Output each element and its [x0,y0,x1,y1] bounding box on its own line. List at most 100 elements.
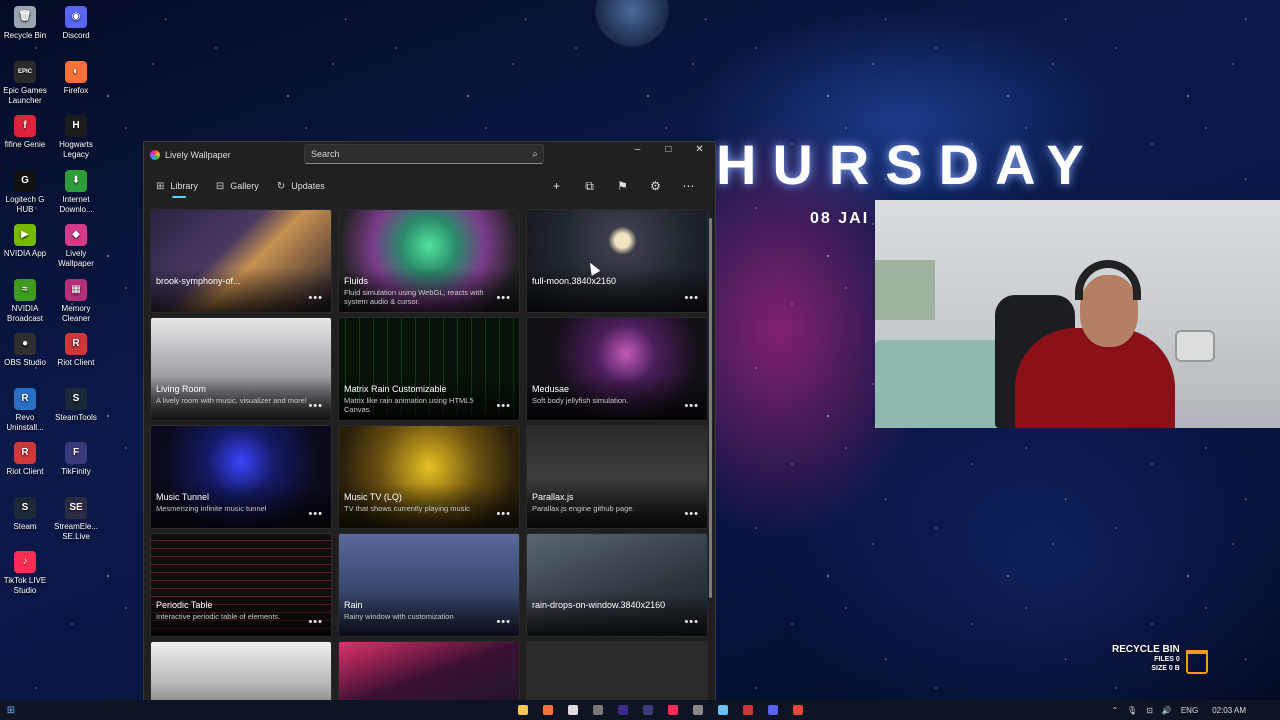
riot-icon[interactable] [735,700,760,720]
more-icon[interactable]: ⋯ [672,179,705,193]
more-options-icon[interactable]: ••• [684,508,699,520]
desktop-icon[interactable]: ◆ Lively Wallpaper [51,224,101,269]
file-explorer-icon[interactable] [510,700,535,720]
desktop-icon[interactable]: F TikFinity [51,442,101,477]
more-options-icon[interactable]: ••• [308,292,323,304]
tab-updates[interactable]: ↻ Updates [277,168,325,204]
desktop-icon[interactable]: SE StreamEle... SE.Live [51,496,101,542]
wallpaper-caption: Fluids Fluid simulation using WebGL, reac… [339,268,519,312]
wallpaper-card[interactable]: Parallax.js Parallax.js engine github pag… [526,425,708,529]
toolbar: + ⧉ ⚑ ⚙ ⋯ [540,168,705,204]
wallpaper-card[interactable]: rain-drops-on-window.3840x2160 ••• [526,533,708,637]
premiere-icon[interactable] [610,700,635,720]
wallpaper-title: full-moon.3840x2160 [532,276,617,286]
desktop-icon[interactable]: R Riot Client [51,333,101,368]
desktop-icon[interactable]: ≈ NVIDIA Broadcast [0,278,50,324]
tab-gallery[interactable]: ⊟ Gallery [216,168,259,204]
language-indicator[interactable]: ENG [1181,706,1198,715]
desktop-icon[interactable]: ◐ Firefox [51,60,101,96]
wallpaper-caption: full-moon.3840x2160 [527,268,707,312]
tiktok-icon[interactable] [660,700,685,720]
wallpaper-caption: Medusae Soft body jellyfish simulation. [527,376,707,420]
more-options-icon[interactable]: ••• [496,292,511,304]
desktop-icon[interactable]: ◉ Discord [51,6,101,41]
desktop-icon[interactable]: R Riot Client [0,442,50,477]
wallpaper-description: Mesmerizing infinite music tunnel [156,504,267,513]
more-options-icon[interactable]: ••• [308,508,323,520]
settings-icon[interactable]: ⚙ [639,179,672,193]
desktop-icon[interactable]: ♪ TikTok LIVE Studio [0,551,50,596]
screen-icon[interactable]: ⧉ [573,179,606,194]
tikfinity-icon[interactable] [635,700,660,720]
epic-games-icon: EPIC [14,60,36,83]
desktop-icon-label: Memory Cleaner [61,303,91,323]
volume-icon[interactable]: 🔊 [1162,706,1172,715]
windows-start-icon[interactable]: ⊞ [0,705,22,716]
microphone-icon[interactable]: 🎙 [1127,706,1137,715]
more-options-icon[interactable]: ••• [496,508,511,520]
search-box[interactable]: ⌕ [304,144,544,164]
wallpaper-card[interactable]: Matrix Rain Customizable Matrix like rain… [338,317,520,421]
tab-library[interactable]: ⊞ Library [156,168,198,204]
steam-icon[interactable] [710,700,735,720]
maximize-button[interactable]: □ [653,142,684,160]
trash-can-icon[interactable] [1186,650,1208,674]
wallpaper-caption: Music TV (LQ) TV that shows currently pla… [339,484,519,528]
wallpaper-title: Music TV (LQ) [344,492,402,502]
flag-icon[interactable]: ⚑ [606,179,639,193]
more-options-icon[interactable]: ••• [684,292,699,304]
search-icon[interactable]: ⌕ [527,149,543,160]
desktop-icon[interactable]: H Hogwarts Legacy [51,115,101,160]
more-options-icon[interactable]: ••• [308,400,323,412]
capcut-icon[interactable] [560,700,585,720]
app-glyph [542,705,553,715]
desktop-icon[interactable]: ● OBS Studio [0,333,50,368]
wallpaper-card[interactable]: brook-symphony-of... ••• [150,209,332,313]
wallpaper-card[interactable]: Music Tunnel Mesmerizing infinite music t… [150,425,332,529]
desktop-icon[interactable]: ⬇ Internet Downlo... [51,169,101,215]
chevron-up-icon[interactable]: ⌃ [1111,706,1118,715]
wallpaper-card[interactable]: Rain Rainy window with customization ••• [338,533,520,637]
vertical-scrollbar[interactable] [709,218,712,598]
wallpaper-card[interactable]: Periodic Table Interactive periodic table… [150,533,332,637]
desktop-icon[interactable]: ▦ Memory Cleaner [51,278,101,324]
add-icon[interactable]: + [540,179,573,193]
desktop-icon[interactable]: R Revo Uninstall... [0,387,50,433]
more-options-icon[interactable]: ••• [496,616,511,628]
wallpaper-card[interactable]: Fluids Fluid simulation using WebGL, reac… [338,209,520,313]
wallpaper-card[interactable]: Music TV (LQ) TV that shows currently pla… [338,425,520,529]
desktop-icon-label: Firefox [63,85,89,95]
obs-icon[interactable] [585,700,610,720]
title-bar[interactable]: Lively Wallpaper ⌕ – □ ✕ [144,142,715,168]
clock[interactable]: 02:03 AM [1212,706,1246,715]
search-input[interactable] [311,149,527,159]
desktop-icon[interactable]: G Logitech G HUB [0,169,50,215]
wallpaper-caption: Living Room A lively room with music, vis… [151,376,331,420]
wallpaper-description: Matrix like rain animation using HTML5 C… [344,396,474,414]
desktop-icon[interactable]: S SteamTools [51,387,101,423]
network-icon[interactable]: ⊡ [1146,706,1153,715]
desktop-icon[interactable]: 🗑 Recycle Bin [0,6,50,41]
wallpaper-card[interactable]: Medusae Soft body jellyfish simulation. ••… [526,317,708,421]
wallpaper-caption: Rain Rainy window with customization [339,592,519,636]
more-options-icon[interactable]: ••• [496,400,511,412]
chrome-icon[interactable] [785,700,810,720]
wallpaper-card[interactable]: Living Room A lively room with music, vis… [150,317,332,421]
desktop-icon-label: OBS Studio [4,358,46,367]
desktop-icon[interactable]: f fifine Genie [0,115,50,150]
more-options-icon[interactable]: ••• [684,400,699,412]
firefox-icon[interactable] [535,700,560,720]
minimize-button[interactable]: – [622,142,653,160]
more-options-icon[interactable]: ••• [308,616,323,628]
desktop-icon[interactable]: S Steam [0,496,50,532]
desktop-icon[interactable]: ▶ NVIDIA App [0,224,50,259]
navigation-bar: ⊞ Library ⊟ Gallery ↻ Updates + ⧉ ⚑ ⚙ ⋯ [144,168,715,204]
discord-icon[interactable] [760,700,785,720]
wallpaper-card[interactable]: full-moon.3840x2160 ••• [526,209,708,313]
wallpaper-description: Soft body jellyfish simulation. [532,396,629,405]
more-options-icon[interactable]: ••• [684,616,699,628]
calculator-icon[interactable] [685,700,710,720]
desktop-icon[interactable]: EPIC Epic Games Launcher [0,60,50,106]
tab-label: Library [170,181,198,191]
close-button[interactable]: ✕ [684,142,715,160]
